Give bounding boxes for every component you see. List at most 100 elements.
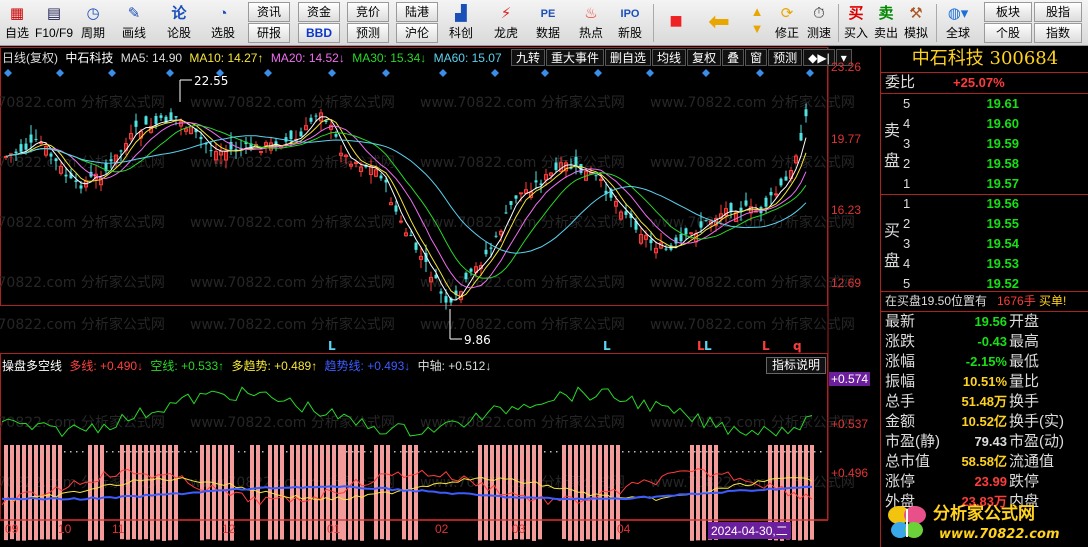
- candle-body: [799, 132, 803, 141]
- indicator-dot: [568, 451, 570, 453]
- toolbar-button-forum[interactable]: 论 论股: [163, 2, 195, 44]
- indicator-dot: [760, 451, 762, 453]
- candle-body: [314, 115, 318, 117]
- toolbar-funds[interactable]: 资金: [298, 2, 340, 22]
- toolbar-bbd[interactable]: BBD: [298, 23, 340, 43]
- toolbar-button-f10[interactable]: ▤ F10/F9: [33, 2, 75, 44]
- indicator-bar: [574, 445, 578, 541]
- candle-body: [624, 211, 628, 215]
- indicator-help-button[interactable]: 指标说明: [766, 357, 827, 374]
- toolbar-button-sell[interactable]: 卖 卖出: [872, 2, 900, 44]
- tab-adjusted[interactable]: 复权: [687, 49, 722, 66]
- indicator-dot: [736, 451, 738, 453]
- indicator-dot: [520, 451, 522, 453]
- watermark-text: www.70822.com 分析家公式网: [190, 316, 395, 333]
- tab-remove-watchlist[interactable]: 删自选: [605, 49, 652, 66]
- globe-icon: ◍▾: [947, 5, 969, 22]
- indicator-dot: [640, 451, 642, 453]
- indicator-dot: [550, 451, 552, 453]
- candle-body: [769, 191, 773, 196]
- indicator-dot: [118, 451, 120, 453]
- tab-overlay[interactable]: 叠: [722, 49, 745, 66]
- toolbar-button-global[interactable]: ◍▾ 全球: [940, 2, 976, 44]
- toolbar-button-data[interactable]: PE 数据: [531, 2, 565, 44]
- candle-body: [399, 220, 403, 223]
- buy-icon: 买: [848, 5, 864, 22]
- toolbar-index-futures[interactable]: 股指: [1034, 2, 1082, 22]
- sell-level-row[interactable]: 3 19.59: [881, 134, 1088, 154]
- svg-text:分析家公式网: 分析家公式网: [933, 503, 1035, 524]
- indicator-dot: [46, 451, 48, 453]
- kline-chart-canvas[interactable]: www.70822.com 分析家公式网 www.70822.com 分析家公式网…: [0, 47, 880, 547]
- toolbar-button-back[interactable]: ⬅: [704, 2, 734, 44]
- toolbar-shanghai-london[interactable]: 沪伦: [396, 23, 438, 43]
- toolbar-news[interactable]: 资讯: [248, 2, 290, 22]
- watermark-text: www.70822.com 分析家公式网: [420, 414, 625, 431]
- tab-major-events[interactable]: 重大事件: [546, 49, 605, 66]
- sell-level-row[interactable]: 1 19.57: [881, 174, 1088, 194]
- toolbar-button-period[interactable]: ◷ 周期: [77, 2, 109, 44]
- toolbar-hk-connect[interactable]: 陆港: [396, 2, 438, 22]
- indicator-dot: [298, 451, 300, 453]
- toolbar-button-fix[interactable]: ⟳ 修正: [772, 2, 802, 44]
- indicator-dot: [796, 451, 798, 453]
- toolbar-button-buy[interactable]: 买 买入: [842, 2, 870, 44]
- indicator-dot: [610, 451, 612, 453]
- buy-level-row[interactable]: 2 19.55: [881, 214, 1088, 234]
- stat-label: 总手: [885, 393, 916, 410]
- buy-level-row[interactable]: 1 19.56: [881, 194, 1088, 214]
- indicator-dot: [70, 451, 72, 453]
- indicator-dot: [718, 451, 720, 453]
- toolbar-button-star-market[interactable]: ▟ 科创: [444, 2, 478, 44]
- indicator-bar: [532, 445, 536, 541]
- indicator-dot: [694, 451, 696, 453]
- toolbar-auction[interactable]: 竞价: [347, 2, 389, 22]
- toolbar-button-simulate[interactable]: ⚒ 模拟: [902, 2, 930, 44]
- toolbar-forecast[interactable]: 预测: [347, 23, 389, 43]
- toolbar-button-watchlist[interactable]: ▦ 自选: [2, 2, 32, 44]
- sell-level-row[interactable]: 2 19.58: [881, 154, 1088, 174]
- toolbar-button-speedtest[interactable]: ⏱ 测速: [804, 2, 834, 44]
- toolbar-research[interactable]: 研报: [248, 23, 290, 43]
- toolbar-button-layout[interactable]: ■: [661, 2, 691, 44]
- tab-jiuzhuan[interactable]: 九转: [511, 49, 546, 66]
- indicator-bar: [320, 445, 324, 541]
- indicator-dot: [388, 451, 390, 453]
- indicator-dot: [220, 451, 222, 453]
- watermark-text: www.70822.com 分析家公式网: [650, 274, 855, 291]
- butterfly-logo-icon: [888, 506, 926, 538]
- toolbar-button-ipo[interactable]: IPO 新股: [613, 2, 647, 44]
- candle-body: [444, 296, 448, 303]
- toolbar-button-updown[interactable]: ▲ ▼: [742, 2, 772, 44]
- stat-value: 58.58亿: [961, 454, 1007, 469]
- buy-level-row[interactable]: 4 19.53: [881, 254, 1088, 274]
- toolbar-button-dragon-tiger[interactable]: ⚡ 龙虎: [489, 2, 523, 44]
- indicator-dot: [184, 451, 186, 453]
- indicator-legend: 操盘多空线 多线: +0.490↓ 空线: +0.533↑ 多趋势: +0.48…: [2, 357, 495, 374]
- watermark-text: www.70822.com 分析家公式网: [0, 316, 165, 333]
- tab-moving-average[interactable]: 均线: [652, 49, 687, 66]
- event-marker-icon: [806, 69, 814, 77]
- indicator-bar: [138, 445, 142, 540]
- toolbar-stock[interactable]: 个股: [984, 23, 1032, 43]
- quote-stat-row: 金额 10.52亿 换手(实): [881, 412, 1088, 432]
- toolbar-button-hot[interactable]: ♨ 热点: [574, 2, 608, 44]
- indicator-dot: [574, 451, 576, 453]
- indicator-dot: [724, 451, 726, 453]
- toolbar-button-draw[interactable]: ✎ 画线: [117, 2, 151, 44]
- tab-forecast[interactable]: 预测: [768, 49, 803, 66]
- toolbar-button-screener[interactable]: ◔ 选股: [207, 2, 239, 44]
- tab-pin-icon[interactable]: ◆▶|: [803, 49, 835, 66]
- sell-level-row[interactable]: 5 19.61: [881, 94, 1088, 114]
- level-index: 1: [903, 176, 911, 191]
- toolbar-sector[interactable]: 板块: [984, 2, 1032, 22]
- indicator-dot: [208, 451, 210, 453]
- buy-level-row[interactable]: 3 19.54: [881, 234, 1088, 254]
- tab-window[interactable]: 窗: [745, 49, 768, 66]
- indicator-dot: [346, 451, 348, 453]
- candle-body: [684, 228, 688, 235]
- kline-chart-area[interactable]: www.70822.com 分析家公式网 www.70822.com 分析家公式网…: [0, 47, 880, 547]
- event-marker-icon: [166, 69, 174, 77]
- toolbar-indices[interactable]: 指数: [1034, 23, 1082, 43]
- sell-level-row[interactable]: 4 19.60: [881, 114, 1088, 134]
